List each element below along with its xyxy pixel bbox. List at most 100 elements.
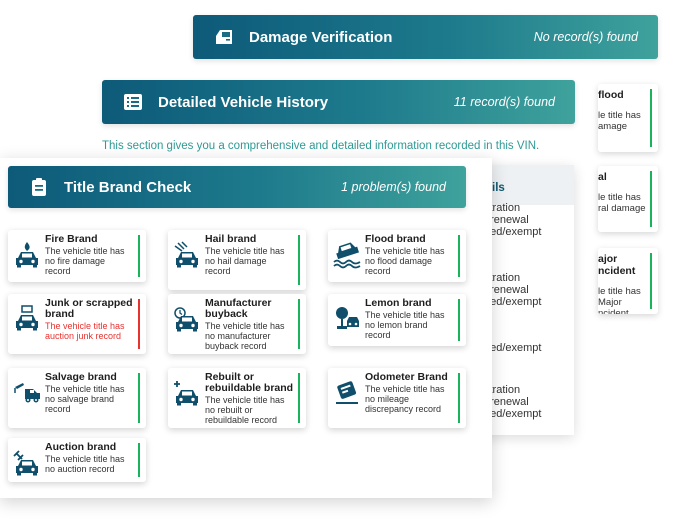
car-door-icon <box>213 26 235 48</box>
brand-card-description: The vehicle title has no fire damage recor… <box>45 246 136 276</box>
status-stripe <box>298 235 300 285</box>
brand-card-title: Manufacturer buyback <box>205 298 294 320</box>
history-table-cell: ded/exempt <box>484 296 542 308</box>
history-intro-text: This section gives you a comprehensive a… <box>102 140 540 152</box>
background-brand-card[interactable]: ajor ncident le title has Major ncident <box>598 248 658 314</box>
brand-card-title-line: Hail brand <box>205 233 257 245</box>
detailed-history-header[interactable]: Detailed Vehicle History 11 record(s) fo… <box>102 80 575 124</box>
lemon-car-icon <box>336 307 359 329</box>
background-card-title: ajor <box>598 253 618 265</box>
brand-card-description: The vehicle title has no hail damage recor… <box>205 246 296 276</box>
background-brand-card[interactable]: flood le title has amage <box>598 84 658 152</box>
background-card-desc: le title has <box>598 192 641 203</box>
brand-card[interactable]: Lemon brand The vehicle title has no lemon… <box>328 294 466 346</box>
buyback-car-icon <box>174 307 198 332</box>
tow-truck-icon <box>14 383 40 403</box>
brand-card-description: The vehicle title has no auction record <box>45 454 136 474</box>
brand-card-title: Flood brand <box>365 234 454 245</box>
brand-card[interactable]: Manufacturer buyback The vehicle title has… <box>168 294 306 354</box>
history-table-cell: ded/exempt <box>484 226 542 238</box>
brand-card-description-line: The vehicle title has <box>45 384 125 394</box>
brand-card[interactable]: Flood brand The vehicle title has no flood… <box>328 230 466 282</box>
brand-card-description: The vehicle title has no salvage brand rec… <box>45 384 136 414</box>
flood-car-icon <box>333 242 361 269</box>
brand-card-description: The vehicle title has no rebuilt or rebuil… <box>205 395 296 425</box>
brand-card-description-line: The vehicle title has <box>365 246 445 256</box>
brand-card[interactable]: Junk or scrapped brand The vehicle title h… <box>8 294 146 354</box>
background-card-title: al <box>598 171 607 183</box>
history-table-header: ils <box>492 182 505 194</box>
brand-card-title-line: Lemon brand <box>365 297 432 309</box>
brand-card-description-line: The vehicle title has <box>45 321 125 331</box>
brand-card-description-line: no flood damage <box>365 256 433 266</box>
junk-car-icon <box>16 305 38 331</box>
brand-card-title-line: rebuildable brand <box>205 382 294 394</box>
brand-card-title: Junk or scrapped brand <box>45 298 134 320</box>
brand-card-description: The vehicle title has auction junk record <box>45 321 136 341</box>
brand-card-title: Fire Brand <box>45 234 134 245</box>
brand-card-title-line: Auction brand <box>45 441 117 453</box>
background-card-desc: ral damage <box>598 203 646 214</box>
brand-card-title: Salvage brand <box>45 372 134 383</box>
fire-car-icon <box>16 242 38 268</box>
brand-card-title-line: Flood brand <box>365 233 426 245</box>
brand-card-description: The vehicle title has no flood damage reco… <box>365 246 456 276</box>
brand-card-title-line: brand <box>45 308 75 320</box>
brand-card-title-line: Salvage brand <box>45 371 117 383</box>
title-brand-header[interactable]: Title Brand Check 1 problem(s) found <box>8 166 466 208</box>
brand-card-description-line: The vehicle title has <box>365 310 445 320</box>
brand-card-title: Auction brand <box>45 442 134 453</box>
brand-card-title: Lemon brand <box>365 298 454 309</box>
brand-card-description: The vehicle title has no manufacturer buyb… <box>205 321 296 351</box>
detailed-history-title: Detailed Vehicle History <box>158 93 329 111</box>
brand-card-description-line: The vehicle title has <box>365 384 445 394</box>
brand-card-title: Rebuilt or rebuildable brand <box>205 372 294 394</box>
status-stripe <box>298 373 300 423</box>
brand-card-description-line: The vehicle title has <box>205 246 285 256</box>
history-table-cell: ded/exempt <box>484 408 542 420</box>
status-stripe <box>650 171 652 227</box>
background-card-desc: amage <box>598 121 628 132</box>
background-card-desc: le title has <box>598 110 641 121</box>
auction-car-icon <box>13 450 38 476</box>
brand-card-description-line: no mileage <box>365 394 410 404</box>
odometer-icon <box>336 381 358 404</box>
brand-card[interactable]: Hail brand The vehicle title has no hail d… <box>168 230 306 290</box>
brand-card-description: The vehicle title has no mileage discrepan… <box>365 384 456 414</box>
brand-card[interactable]: Salvage brand The vehicle title has no sal… <box>8 368 146 428</box>
brand-card-description-line: record <box>45 266 71 276</box>
brand-card[interactable]: Auction brand The vehicle title has no auc… <box>8 438 146 482</box>
brand-card-description-line: no hail damage <box>205 256 267 266</box>
brand-card-description-line: buyback record <box>205 341 267 351</box>
title-brand-count: 1 problem(s) found <box>341 180 446 194</box>
status-stripe <box>458 299 460 341</box>
brand-card-title-line: Fire Brand <box>45 233 98 245</box>
brand-card-description-line: The vehicle title has <box>45 454 125 464</box>
damage-verification-header[interactable]: Damage Verification No record(s) found <box>193 15 658 59</box>
brand-card[interactable]: Rebuilt or rebuildable brand The vehicle t… <box>168 368 306 428</box>
background-card-title: ncident <box>598 265 636 277</box>
brand-card-description-line: The vehicle title has <box>45 246 125 256</box>
status-stripe <box>138 443 140 477</box>
brand-card-description-line: record <box>365 266 391 276</box>
report-stage: flood le title has amage al le title has ral … <box>0 0 700 525</box>
background-brand-card[interactable]: al le title has ral damage <box>598 166 658 232</box>
hail-car-icon <box>174 241 198 268</box>
brand-card-description-line: record <box>45 404 71 414</box>
brand-card-title: Hail brand <box>205 234 294 245</box>
brand-card-title: Odometer Brand <box>365 372 454 383</box>
problem-stripe <box>138 299 140 349</box>
status-stripe <box>138 235 140 277</box>
status-stripe <box>138 373 140 423</box>
brand-card-description-line: no fire damage <box>45 256 106 266</box>
brand-card-title-line: Odometer Brand <box>365 371 448 383</box>
brand-card[interactable]: Fire Brand The vehicle title has no fire d… <box>8 230 146 282</box>
damage-verification-count: No record(s) found <box>533 30 638 44</box>
brand-card[interactable]: Odometer Brand The vehicle title has no mi… <box>328 368 466 428</box>
brand-card-description-line: no lemon brand <box>365 320 428 330</box>
brand-card-description-line: record <box>205 266 231 276</box>
status-stripe <box>458 235 460 277</box>
clipboard-icon <box>28 176 50 198</box>
brand-card-description: The vehicle title has no lemon brand recor… <box>365 310 456 340</box>
brand-card-description-line: no salvage brand <box>45 394 115 404</box>
